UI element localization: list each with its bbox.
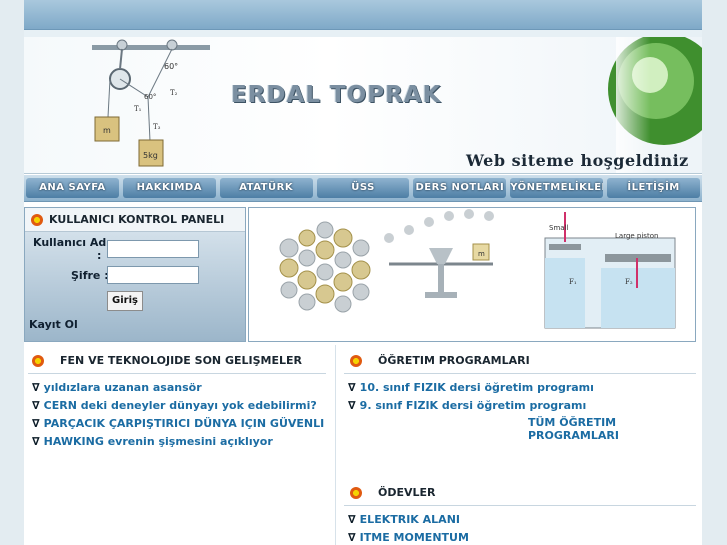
nav-ders-notlari[interactable]: DERS NOTLARI <box>413 178 507 198</box>
program-item[interactable]: ∇ 9. sınıf FIZIK dersi öğretim programı <box>348 399 586 412</box>
password-label: Şifre : <box>71 269 109 282</box>
nav-hakkimda[interactable]: HAKKIMDA <box>122 178 216 198</box>
large-piston-label: Large piston <box>615 232 658 240</box>
login-panel-header: KULLANICI KONTROL PANELI <box>25 208 245 232</box>
angle-label: 60° <box>164 62 178 71</box>
bullet-icon: ∇ <box>32 417 40 430</box>
t1-label: T₁ <box>134 105 142 113</box>
programs-header: ÖĞRETIM PROGRAMLARI <box>350 354 530 367</box>
hydraulic-press: Small Large piston F₁ F₂ <box>544 212 676 329</box>
password-input[interactable] <box>107 266 199 284</box>
news-item[interactable]: ∇ yıldızlara uzanan asansör <box>32 381 202 394</box>
sun-icon <box>350 354 362 367</box>
homework-title: ÖDEVLER <box>378 486 436 499</box>
science-diagram: m Small Large piston F₁ F₂ <box>279 209 676 329</box>
bullet-icon: ∇ <box>348 531 356 544</box>
all-programs-link[interactable]: TÜM ÖĞRETIM PROGRAMLARI <box>528 416 702 442</box>
nav-ataturk[interactable]: ATATÜRK <box>219 178 313 198</box>
bullet-icon: ∇ <box>32 435 40 448</box>
homework-item[interactable]: ∇ ITME MOMENTUM <box>348 531 469 544</box>
nav-iletisim[interactable]: İLETİŞİM <box>607 178 701 198</box>
news-header: FEN VE TEKNOLOJIDE SON GELIŞMELER <box>32 354 302 367</box>
weight-5kg-label: 5kg <box>143 151 158 160</box>
science-illustration: m Small Large piston F₁ F₂ <box>248 207 696 342</box>
homework-divider <box>344 505 696 506</box>
right-margin <box>702 0 727 545</box>
t3-label: T₃ <box>153 123 161 131</box>
top-strip <box>24 30 702 37</box>
programs-title: ÖĞRETIM PROGRAMLARI <box>378 354 530 367</box>
f2-label: F₂ <box>625 278 633 286</box>
news-item[interactable]: ∇ HAWKING evrenin şişmesini açıklıyor <box>32 435 273 448</box>
header-banner: 60° 60° T₁ T₂ T₃ m 5kg ERDAL TOPRAK Web … <box>24 37 702 174</box>
sun-icon <box>350 486 362 499</box>
news-item[interactable]: ∇ PARÇACIK ÇARPIŞTIRICI DÜNYA IÇIN GÜVENL… <box>32 417 324 430</box>
bullet-icon: ∇ <box>348 399 356 412</box>
welcome-text: Web siteme hoşgeldiniz <box>466 151 689 170</box>
top-bar <box>24 0 702 30</box>
login-panel-title: KULLANICI KONTROL PANELI <box>49 213 225 226</box>
angle-label-2: 60° <box>144 93 156 101</box>
username-label: Kullanıcı Adı <box>33 236 111 249</box>
login-panel: KULLANICI KONTROL PANELI Kullanıcı Adı :… <box>24 207 246 342</box>
f1-label: F₁ <box>569 278 577 286</box>
program-item[interactable]: ∇ 10. sınıf FIZIK dersi öğretim programı <box>348 381 594 394</box>
news-divider <box>28 373 326 374</box>
left-margin <box>0 0 24 545</box>
sun-icon <box>31 213 43 226</box>
username-label-colon: : <box>97 249 102 262</box>
nav-ana-sayfa[interactable]: ANA SAYFA <box>26 178 119 198</box>
bullet-icon: ∇ <box>348 381 356 394</box>
homework-header: ÖDEVLER <box>350 486 436 499</box>
sun-icon <box>32 354 44 367</box>
login-and-image-row: KULLANICI KONTROL PANELI Kullanıcı Adı :… <box>24 207 702 342</box>
programs-divider <box>344 373 696 374</box>
weight-m-label: m <box>103 126 111 135</box>
crystal-lattice <box>279 221 371 313</box>
balance-scale: m <box>384 209 494 298</box>
t2-label: T₂ <box>170 89 178 97</box>
site-brand: ERDAL TOPRAK <box>231 82 442 108</box>
bullet-icon: ∇ <box>32 399 40 412</box>
bullet-icon: ∇ <box>348 513 356 526</box>
scale-mass-label: m <box>478 250 485 258</box>
nav-uss[interactable]: ÜSS <box>316 178 410 198</box>
column-divider <box>335 345 336 545</box>
small-piston-label: Small <box>549 224 568 232</box>
main-nav: ANA SAYFA HAKKIMDA ATATÜRK ÜSS DERS NOTL… <box>24 174 702 202</box>
news-title: FEN VE TEKNOLOJIDE SON GELIŞMELER <box>60 354 302 367</box>
page-wrapper: 60° 60° T₁ T₂ T₃ m 5kg ERDAL TOPRAK Web … <box>24 0 702 545</box>
news-item[interactable]: ∇ CERN deki deneyler dünyayı yok edebilir… <box>32 399 317 412</box>
register-link[interactable]: Kayıt Ol <box>29 318 78 331</box>
login-button[interactable]: Giriş <box>107 291 143 311</box>
nav-yonetmelikler[interactable]: YÖNETMELİKLER <box>510 178 604 198</box>
bullet-icon: ∇ <box>32 381 40 394</box>
username-input[interactable] <box>107 240 199 258</box>
homework-item[interactable]: ∇ ELEKTRIK ALANI <box>348 513 460 526</box>
